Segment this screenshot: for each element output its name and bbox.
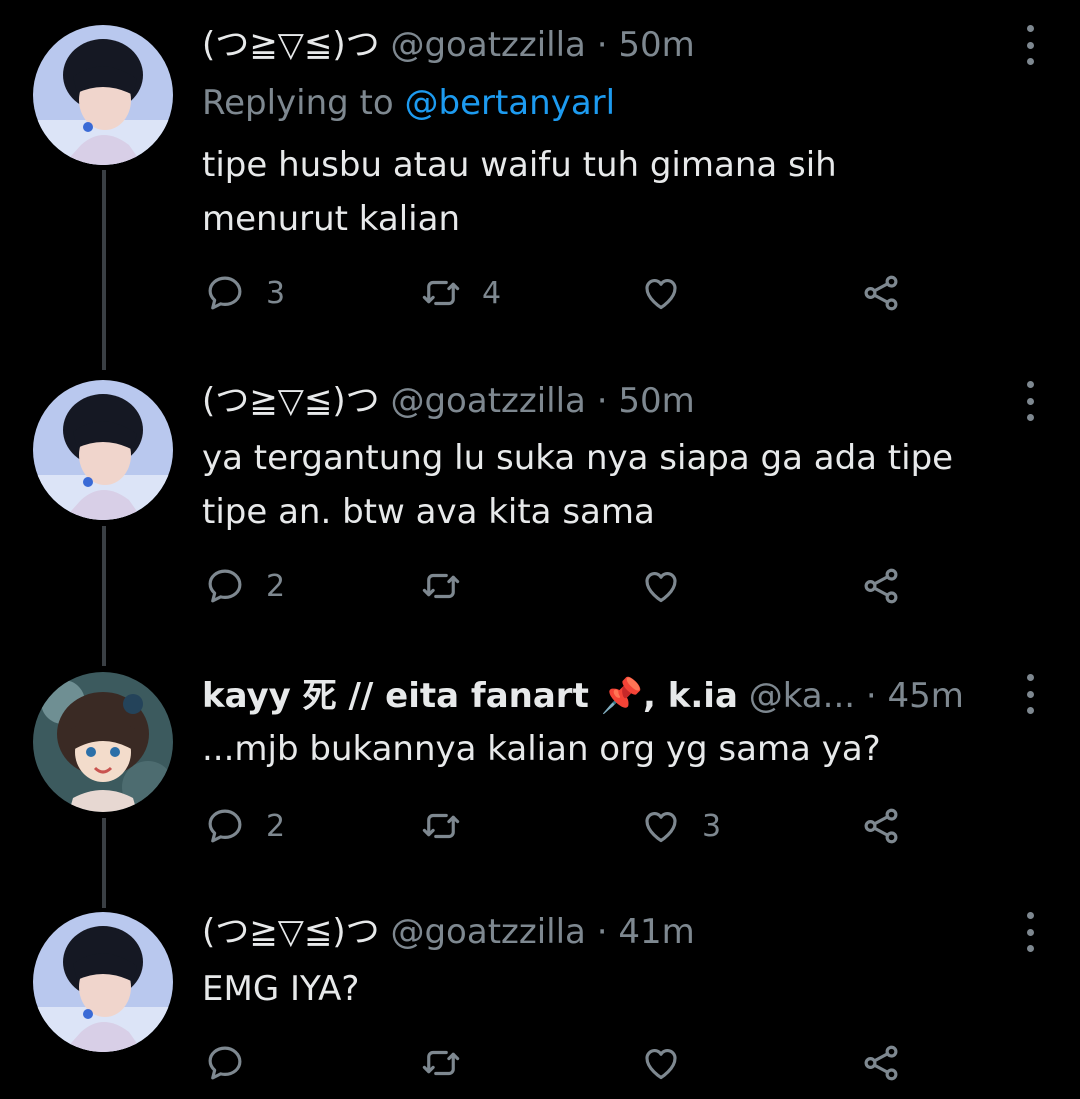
- replying-to-label: Replying to: [202, 83, 394, 123]
- vertical-dots-icon: [1026, 912, 1034, 919]
- heart-icon: [645, 572, 677, 603]
- timestamp[interactable]: 41m: [618, 912, 694, 952]
- share-button[interactable]: [860, 805, 902, 847]
- user-handle[interactable]: @goatzzilla: [390, 25, 585, 65]
- tweet-actions: [0, 1042, 1080, 1092]
- heart-icon: [645, 1049, 677, 1080]
- reply-button[interactable]: 2: [204, 565, 285, 607]
- vertical-dots-icon: [1026, 674, 1034, 681]
- more-options-button[interactable]: [1020, 674, 1040, 714]
- speech-bubble-icon: [208, 1046, 242, 1080]
- speech-bubble-icon: [208, 276, 242, 310]
- user-handle[interactable]: @goatzzilla: [390, 912, 585, 952]
- tweet-text: ya tergantung lu suka nya siapa ga ada t…: [202, 431, 1042, 539]
- vertical-dots-icon-dot: [1026, 414, 1034, 421]
- vertical-dots-icon-dot: [1026, 928, 1034, 936]
- reply-button[interactable]: 2: [204, 805, 285, 847]
- tweet-header: kayy 死 // eita fanart 📌, k.ia @ka... · 4…: [202, 676, 964, 716]
- retweet-icon: [422, 1050, 460, 1076]
- share-button[interactable]: [860, 1042, 902, 1084]
- user-handle[interactable]: @ka...: [749, 676, 855, 716]
- like-button[interactable]: [640, 272, 702, 314]
- tweet-text: EMG IYA?: [202, 962, 1042, 1016]
- tweet-text-line: menurut kalian: [202, 199, 461, 239]
- retweet-count: 4: [482, 275, 502, 311]
- reply-count: 2: [266, 808, 286, 844]
- vertical-dots-icon-dot: [1026, 397, 1034, 405]
- tweet-text-line: ...mjb bukannya kalian org yg sama ya?: [202, 729, 881, 769]
- avatar-image: [33, 380, 173, 520]
- vertical-dots-icon-dot: [1026, 707, 1034, 714]
- reply-mention-link[interactable]: @bertanyarl: [405, 83, 616, 123]
- tweet-text-line: ya tergantung lu suka nya siapa ga ada t…: [202, 438, 954, 478]
- tweet-header: (つ≧▽≦)つ @goatzzilla · 41m: [202, 912, 695, 952]
- reply-count: 3: [266, 275, 286, 311]
- share-icon: [864, 808, 898, 844]
- reply-button[interactable]: [204, 1042, 266, 1084]
- vertical-dots-icon-dot: [1026, 41, 1034, 49]
- like-button[interactable]: [640, 565, 702, 607]
- separator-dot: ·: [596, 381, 608, 421]
- vertical-dots-icon-dot: [1026, 690, 1034, 698]
- tweet-text: tipe husbu atau waifu tuh gimana sih men…: [202, 138, 1042, 246]
- more-options-button[interactable]: [1020, 25, 1040, 65]
- more-options-button[interactable]: [1020, 912, 1040, 952]
- speech-bubble-icon: [208, 569, 242, 603]
- vertical-dots-icon: [1026, 381, 1034, 388]
- avatar[interactable]: [33, 672, 173, 812]
- retweet-button[interactable]: [420, 1042, 482, 1084]
- tweet-actions: 2 3: [0, 805, 1080, 855]
- avatar[interactable]: [33, 912, 173, 1052]
- more-options-button[interactable]: [1020, 381, 1040, 421]
- timestamp[interactable]: 45m: [888, 676, 964, 716]
- share-icon: [864, 568, 898, 604]
- retweet-icon: [422, 573, 460, 599]
- display-name[interactable]: (つ≧▽≦)つ: [202, 912, 380, 952]
- timestamp[interactable]: 50m: [618, 25, 694, 65]
- thread-line: [102, 170, 106, 370]
- avatar-image: [33, 912, 173, 1052]
- user-handle[interactable]: @goatzzilla: [390, 381, 585, 421]
- display-name[interactable]: kayy 死 // eita fanart 📌, k.ia: [202, 676, 738, 716]
- display-name[interactable]: (つ≧▽≦)つ: [202, 381, 380, 421]
- tweet-actions: 2: [0, 565, 1080, 615]
- retweet-button[interactable]: 4: [420, 272, 501, 314]
- retweet-button[interactable]: [420, 565, 482, 607]
- replying-to: Replying to @bertanyarl: [202, 83, 615, 123]
- share-icon: [864, 275, 898, 311]
- separator-dot: ·: [596, 912, 608, 952]
- timestamp[interactable]: 50m: [618, 381, 694, 421]
- retweet-icon: [422, 280, 460, 306]
- retweet-button[interactable]: [420, 805, 482, 847]
- separator-dot: ·: [865, 676, 877, 716]
- tweet-header: (つ≧▽≦)つ @goatzzilla · 50m: [202, 25, 695, 65]
- vertical-dots-icon-dot: [1026, 58, 1034, 65]
- tweet-header: (つ≧▽≦)つ @goatzzilla · 50m: [202, 381, 695, 421]
- reply-count: 2: [266, 568, 286, 604]
- vertical-dots-icon-dot: [1026, 945, 1034, 952]
- tweet-text: ...mjb bukannya kalian org yg sama ya?: [202, 722, 1042, 776]
- like-count: 3: [702, 808, 722, 844]
- avatar[interactable]: [33, 380, 173, 520]
- heart-icon: [645, 279, 677, 310]
- avatar[interactable]: [33, 25, 173, 165]
- tweet-text-line: EMG IYA?: [202, 969, 360, 1009]
- like-button[interactable]: 3: [640, 805, 721, 847]
- like-button[interactable]: [640, 1042, 702, 1084]
- tweet-actions: 3 4: [0, 272, 1080, 322]
- tweet-text-line: tipe husbu atau waifu tuh gimana sih: [202, 145, 837, 185]
- reply-button[interactable]: 3: [204, 272, 285, 314]
- speech-bubble-icon: [208, 809, 242, 843]
- avatar-image: [33, 25, 173, 165]
- share-button[interactable]: [860, 272, 902, 314]
- retweet-icon: [422, 813, 460, 839]
- heart-icon: [645, 812, 677, 843]
- vertical-dots-icon: [1026, 25, 1034, 32]
- separator-dot: ·: [596, 25, 608, 65]
- share-icon: [864, 1045, 898, 1081]
- avatar-image: [33, 672, 173, 812]
- share-button[interactable]: [860, 565, 902, 607]
- tweet-text-line: tipe an. btw ava kita sama: [202, 492, 655, 532]
- display-name[interactable]: (つ≧▽≦)つ: [202, 25, 380, 65]
